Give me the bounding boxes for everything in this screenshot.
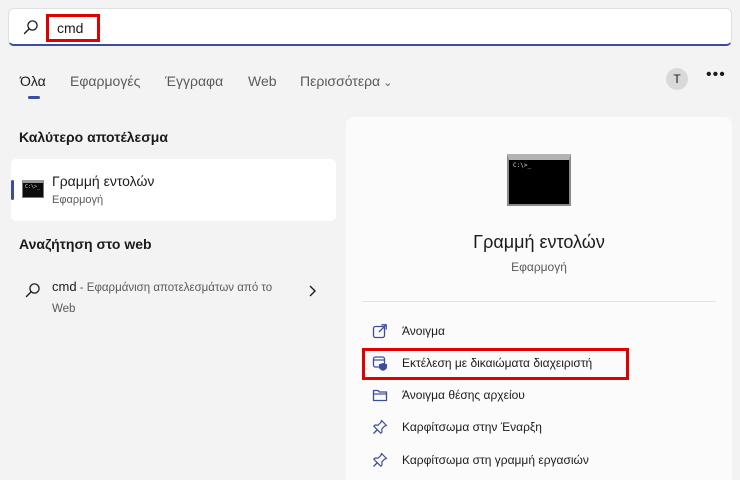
chevron-right-icon[interactable] bbox=[307, 284, 317, 298]
web-search-heading: Αναζήτηση στο web bbox=[19, 236, 152, 252]
command-prompt-icon-text: C:\>_ bbox=[25, 184, 41, 190]
pin-to-taskbar-label: Καρφίτσωμα στη γραμμή εργασιών bbox=[402, 453, 589, 467]
web-search-query: cmd bbox=[52, 279, 77, 294]
detail-subtitle: Εφαρμογή bbox=[511, 260, 567, 274]
search-icon bbox=[23, 20, 38, 35]
detail-panel: C:\>_ Γραμμή εντολών Εφαρμογή Άνοιγμα Εκ… bbox=[346, 117, 732, 480]
tab-all[interactable]: Όλα bbox=[20, 73, 46, 89]
pin-to-start-action[interactable]: Καρφίτσωμα στην Έναρξη bbox=[372, 415, 672, 439]
divider bbox=[362, 301, 716, 302]
best-match-item[interactable]: C:\>_ Γραμμή εντολών Εφαρμογή bbox=[11, 159, 336, 221]
tab-more[interactable]: Περισσότερα ⌄ bbox=[300, 73, 392, 89]
command-prompt-icon: C:\>_ bbox=[507, 154, 571, 206]
selection-indicator bbox=[11, 180, 14, 200]
pin-icon bbox=[373, 419, 388, 434]
command-prompt-icon-text: C:\>_ bbox=[513, 162, 532, 169]
command-prompt-icon: C:\>_ bbox=[22, 180, 44, 198]
open-file-location-label: Άνοιγμα θέσης αρχείου bbox=[402, 388, 525, 402]
search-bar[interactable]: cmd bbox=[8, 8, 732, 46]
open-action-label: Άνοιγμα bbox=[402, 324, 445, 338]
pin-to-start-label: Καρφίτσωμα στην Έναρξη bbox=[402, 420, 542, 434]
tab-web[interactable]: Web bbox=[248, 73, 277, 89]
open-action[interactable]: Άνοιγμα bbox=[372, 319, 672, 343]
tab-apps[interactable]: Εφαρμογές bbox=[70, 73, 140, 89]
folder-icon bbox=[372, 389, 388, 402]
best-match-name: Γραμμή εντολών bbox=[52, 173, 155, 189]
web-search-item[interactable]: cmd - Εφαρμάνιση αποτελεσμάτων από το We… bbox=[11, 268, 336, 322]
best-match-heading: Καλύτερο αποτέλεσμα bbox=[19, 129, 168, 145]
active-tab-indicator bbox=[28, 96, 40, 99]
more-options-icon[interactable]: ••• bbox=[706, 66, 726, 84]
tab-more-label: Περισσότερα bbox=[300, 73, 381, 89]
search-input[interactable]: cmd bbox=[46, 14, 100, 42]
search-icon bbox=[25, 283, 40, 298]
pin-icon bbox=[373, 452, 388, 467]
chevron-down-icon: ⌄ bbox=[383, 77, 393, 89]
best-match-type: Εφαρμογή bbox=[52, 194, 104, 206]
detail-title: Γραμμή εντολών bbox=[473, 232, 605, 252]
avatar[interactable]: T bbox=[666, 68, 688, 90]
highlight-box bbox=[362, 348, 629, 380]
pin-to-taskbar-action[interactable]: Καρφίτσωμα στη γραμμή εργασιών bbox=[372, 448, 672, 472]
web-search-suffix: - Εφαρμάνιση αποτελεσμάτων από το Web bbox=[52, 282, 273, 315]
open-external-icon bbox=[372, 324, 387, 339]
filter-tabs: Όλα Εφαρμογές Έγγραφα Web Περισσότερα ⌄ T… bbox=[0, 66, 740, 102]
web-search-text: cmd - Εφαρμάνιση αποτελεσμάτων από το We… bbox=[52, 276, 282, 320]
open-file-location-action[interactable]: Άνοιγμα θέσης αρχείου bbox=[372, 383, 672, 407]
tab-documents[interactable]: Έγγραφα bbox=[165, 73, 223, 89]
